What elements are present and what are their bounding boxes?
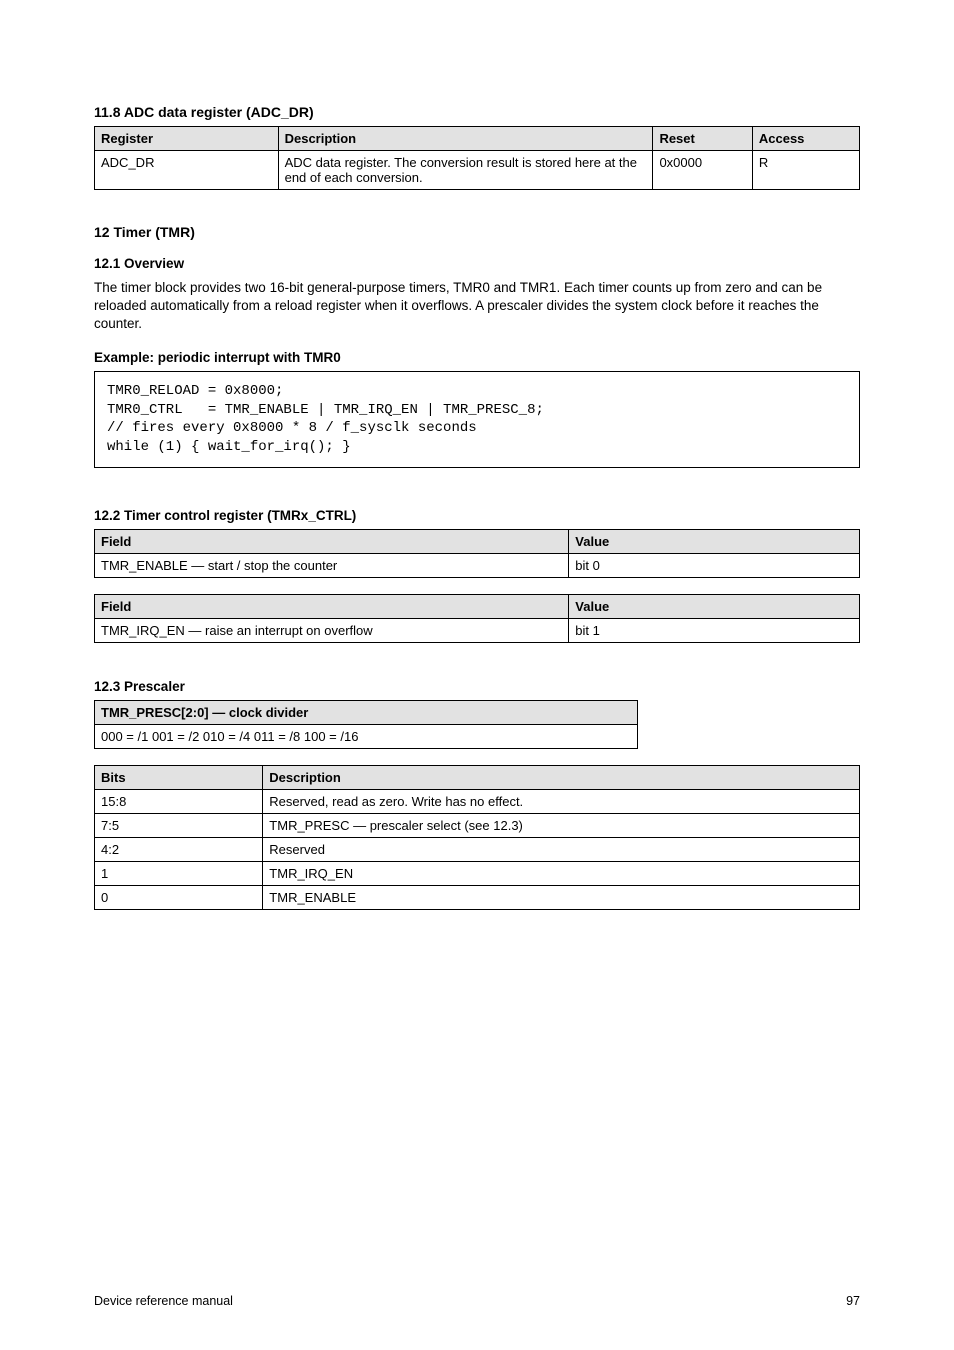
table-ctrl-b: Field Value TMR_IRQ_EN — raise an interr… — [94, 594, 860, 643]
table-prescaler: TMR_PRESC[2:0] — clock divider 000 = /1 … — [94, 700, 638, 749]
th-description: Description — [278, 127, 653, 151]
th-field-b: Field — [95, 595, 569, 619]
heading-11-8: 11.8 ADC data register (ADC_DR) — [94, 104, 860, 120]
td-bits-desc-0: Reserved, read as zero. Write has no eff… — [263, 790, 860, 814]
td-value-b: bit 1 — [569, 619, 860, 643]
th-field-a: Field — [95, 530, 569, 554]
td-access: R — [752, 151, 859, 190]
th-register: Register — [95, 127, 279, 151]
th-reset: Reset — [653, 127, 752, 151]
td-bits-4: 0 — [95, 886, 263, 910]
th-value-a: Value — [569, 530, 860, 554]
table-ctrl-a: Field Value TMR_ENABLE — start / stop th… — [94, 529, 860, 578]
overview-paragraph: The timer block provides two 16-bit gene… — [94, 279, 860, 334]
td-bits-3: 1 — [95, 862, 263, 886]
td-bits-desc-3: TMR_IRQ_EN — [263, 862, 860, 886]
footer-left: Device reference manual — [94, 1294, 233, 1308]
td-field-a: TMR_ENABLE — start / stop the counter — [95, 554, 569, 578]
code-example: TMR0_RELOAD = 0x8000; TMR0_CTRL = TMR_EN… — [94, 371, 860, 469]
td-bits-desc-4: TMR_ENABLE — [263, 886, 860, 910]
td-reg: ADC_DR — [95, 151, 279, 190]
td-bits-1: 7:5 — [95, 814, 263, 838]
page-footer: Device reference manual 97 — [94, 1294, 860, 1308]
th-access: Access — [752, 127, 859, 151]
td-bits-2: 4:2 — [95, 838, 263, 862]
code-caption: Example: periodic interrupt with TMR0 — [94, 350, 860, 365]
td-bits-desc-2: Reserved — [263, 838, 860, 862]
th-prescaler: TMR_PRESC[2:0] — clock divider — [95, 701, 638, 725]
heading-12: 12 Timer (TMR) — [94, 224, 860, 240]
td-bits-desc-1: TMR_PRESC — prescaler select (see 12.3) — [263, 814, 860, 838]
td-value-a: bit 0 — [569, 554, 860, 578]
footer-page-number: 97 — [846, 1294, 860, 1308]
heading-12-2: 12.2 Timer control register (TMRx_CTRL) — [94, 508, 860, 523]
th-value-b: Value — [569, 595, 860, 619]
th-bits: Bits — [95, 766, 263, 790]
td-bits-0: 15:8 — [95, 790, 263, 814]
td-field-b: TMR_IRQ_EN — raise an interrupt on overf… — [95, 619, 569, 643]
table-adc-dr: Register Description Reset Access ADC_DR… — [94, 126, 860, 190]
th-bits-desc: Description — [263, 766, 860, 790]
td-reset: 0x0000 — [653, 151, 752, 190]
td-desc: ADC data register. The conversion result… — [278, 151, 653, 190]
heading-12-3: 12.3 Prescaler — [94, 679, 860, 694]
table-bits: Bits Description 15:8 Reserved, read as … — [94, 765, 860, 910]
td-prescaler: 000 = /1 001 = /2 010 = /4 011 = /8 100 … — [95, 725, 638, 749]
heading-12-1: 12.1 Overview — [94, 256, 860, 271]
